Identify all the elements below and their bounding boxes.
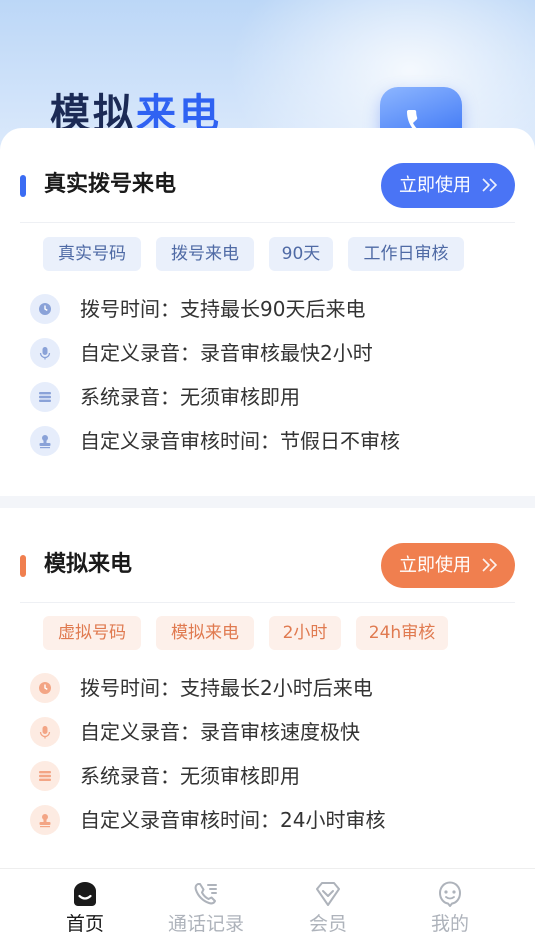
simulated-call-card: 模拟来电 立即使用 虚拟号码 模拟来电 2小时 24h审核 拨号时间：支持最长2… xyxy=(0,508,535,868)
tag: 工作日审核 xyxy=(348,237,464,271)
home-icon xyxy=(74,882,96,906)
tab-home[interactable]: 首页 xyxy=(25,869,145,952)
feature-review-time: 自定义录音审核时间：节假日不审核 xyxy=(80,429,400,453)
feature-dial-time: 拨号时间：支持最长2小时后来电 xyxy=(80,676,373,700)
tag: 模拟来电 xyxy=(156,616,254,650)
feature-system-recording: 系统录音：无须审核即用 xyxy=(80,764,300,788)
call-log-icon xyxy=(194,883,217,905)
feature-dial-time: 拨号时间：支持最长90天后来电 xyxy=(80,297,366,321)
stamp-icon xyxy=(30,805,60,835)
tab-membership[interactable]: 会员 xyxy=(268,869,388,952)
section-divider xyxy=(0,496,535,508)
use-now-label: 立即使用 xyxy=(399,175,471,196)
feature-custom-recording: 自定义录音：录音审核速度极快 xyxy=(80,720,360,744)
feature-custom-recording: 自定义录音：录音审核最快2小时 xyxy=(80,341,373,365)
list-icon xyxy=(30,761,60,791)
tab-label: 我的 xyxy=(430,913,469,935)
clock-icon xyxy=(30,294,60,324)
accent-bar xyxy=(20,555,26,577)
double-chevron-right-icon xyxy=(482,558,498,572)
section-header: 真实拨号来电 立即使用 xyxy=(0,128,535,208)
use-now-label: 立即使用 xyxy=(399,555,471,576)
use-now-button[interactable]: 立即使用 xyxy=(381,543,515,588)
tag: 真实号码 xyxy=(43,237,141,271)
section-header: 模拟来电 立即使用 xyxy=(0,508,535,588)
double-chevron-right-icon xyxy=(482,178,498,192)
feature-review-time: 自定义录音审核时间：24小时审核 xyxy=(80,808,386,832)
list-icon xyxy=(30,382,60,412)
feature-system-recording: 系统录音：无须审核即用 xyxy=(80,385,300,409)
stamp-icon xyxy=(30,426,60,456)
bottom-tab-bar: 首页 通话记录 会员 我的 xyxy=(0,868,535,952)
tab-label: 会员 xyxy=(308,913,347,935)
tab-label: 通话记录 xyxy=(167,913,244,935)
tag: 90天 xyxy=(269,237,333,271)
microphone-icon xyxy=(30,338,60,368)
tag: 24h审核 xyxy=(356,616,448,650)
profile-icon xyxy=(439,881,461,907)
microphone-icon xyxy=(30,717,60,747)
tag: 2小时 xyxy=(269,616,341,650)
tab-profile[interactable]: 我的 xyxy=(390,869,510,952)
accent-bar xyxy=(20,175,26,197)
clock-icon xyxy=(30,673,60,703)
section-title: 真实拨号来电 xyxy=(44,172,177,197)
tag: 虚拟号码 xyxy=(43,616,141,650)
use-now-button[interactable]: 立即使用 xyxy=(381,163,515,208)
separator xyxy=(20,222,515,223)
tag: 拨号来电 xyxy=(156,237,254,271)
tab-label: 首页 xyxy=(65,913,104,935)
section-title: 模拟来电 xyxy=(44,552,133,577)
vip-diamond-icon xyxy=(316,882,340,906)
separator xyxy=(20,602,515,603)
tab-call-log[interactable]: 通话记录 xyxy=(146,869,266,952)
real-dial-card: 真实拨号来电 立即使用 真实号码 拨号来电 90天 工作日审核 拨号时间：支持最… xyxy=(0,128,535,496)
